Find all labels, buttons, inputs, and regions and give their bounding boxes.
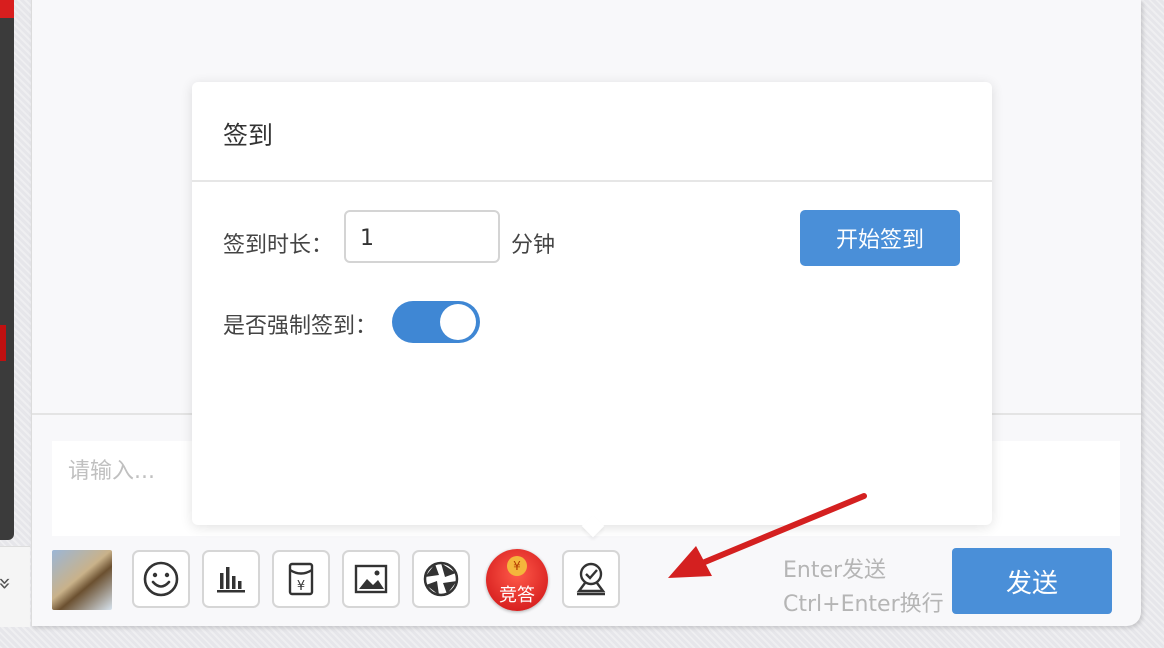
force-check-in-label: 是否强制签到： [223, 314, 378, 339]
svg-text:¥: ¥ [297, 579, 305, 594]
duration-input[interactable]: 1 [344, 210, 500, 263]
coin-icon: ¥ [507, 556, 527, 576]
left-red-marker [0, 0, 14, 18]
bar-chart-icon [217, 567, 245, 593]
message-placeholder: 请输入... [68, 459, 155, 484]
image-icon [354, 564, 388, 594]
left-red-marker-2 [0, 325, 6, 361]
start-check-in-button[interactable]: 开始签到 [800, 210, 960, 266]
toggle-knob [440, 304, 476, 340]
modal-divider [192, 180, 992, 182]
emoji-icon [143, 561, 179, 597]
check-in-button[interactable] [562, 550, 620, 608]
duration-unit: 分钟 [511, 233, 556, 258]
send-hint-ctrl-enter: Ctrl+Enter换行 [783, 592, 944, 617]
check-in-popover: 签到 签到时长： 1 分钟 开始签到 是否强制签到： [192, 82, 992, 538]
send-button[interactable]: 发送 [952, 548, 1112, 614]
contest-label: 竞答 [499, 585, 535, 606]
check-in-icon [576, 562, 606, 596]
image-button[interactable] [342, 550, 400, 608]
collapse-chevron-icon[interactable]: « [0, 577, 17, 590]
left-panel-edge [0, 0, 14, 540]
aperture-icon [423, 561, 459, 597]
contest-answer-button[interactable]: ¥ 竞答 [486, 549, 548, 611]
force-check-in-toggle[interactable] [392, 301, 480, 343]
left-bottom-panel: « [0, 546, 30, 627]
poll-button[interactable] [202, 550, 260, 608]
duration-label: 签到时长： [223, 233, 334, 258]
red-packet-icon: ¥ [288, 562, 314, 596]
red-packet-button[interactable]: ¥ [272, 550, 330, 608]
modal-title: 签到 [223, 121, 274, 150]
emoji-button[interactable] [132, 550, 190, 608]
avatar[interactable] [52, 550, 112, 610]
send-hint-enter: Enter发送 [783, 558, 887, 583]
aperture-button[interactable] [412, 550, 470, 608]
